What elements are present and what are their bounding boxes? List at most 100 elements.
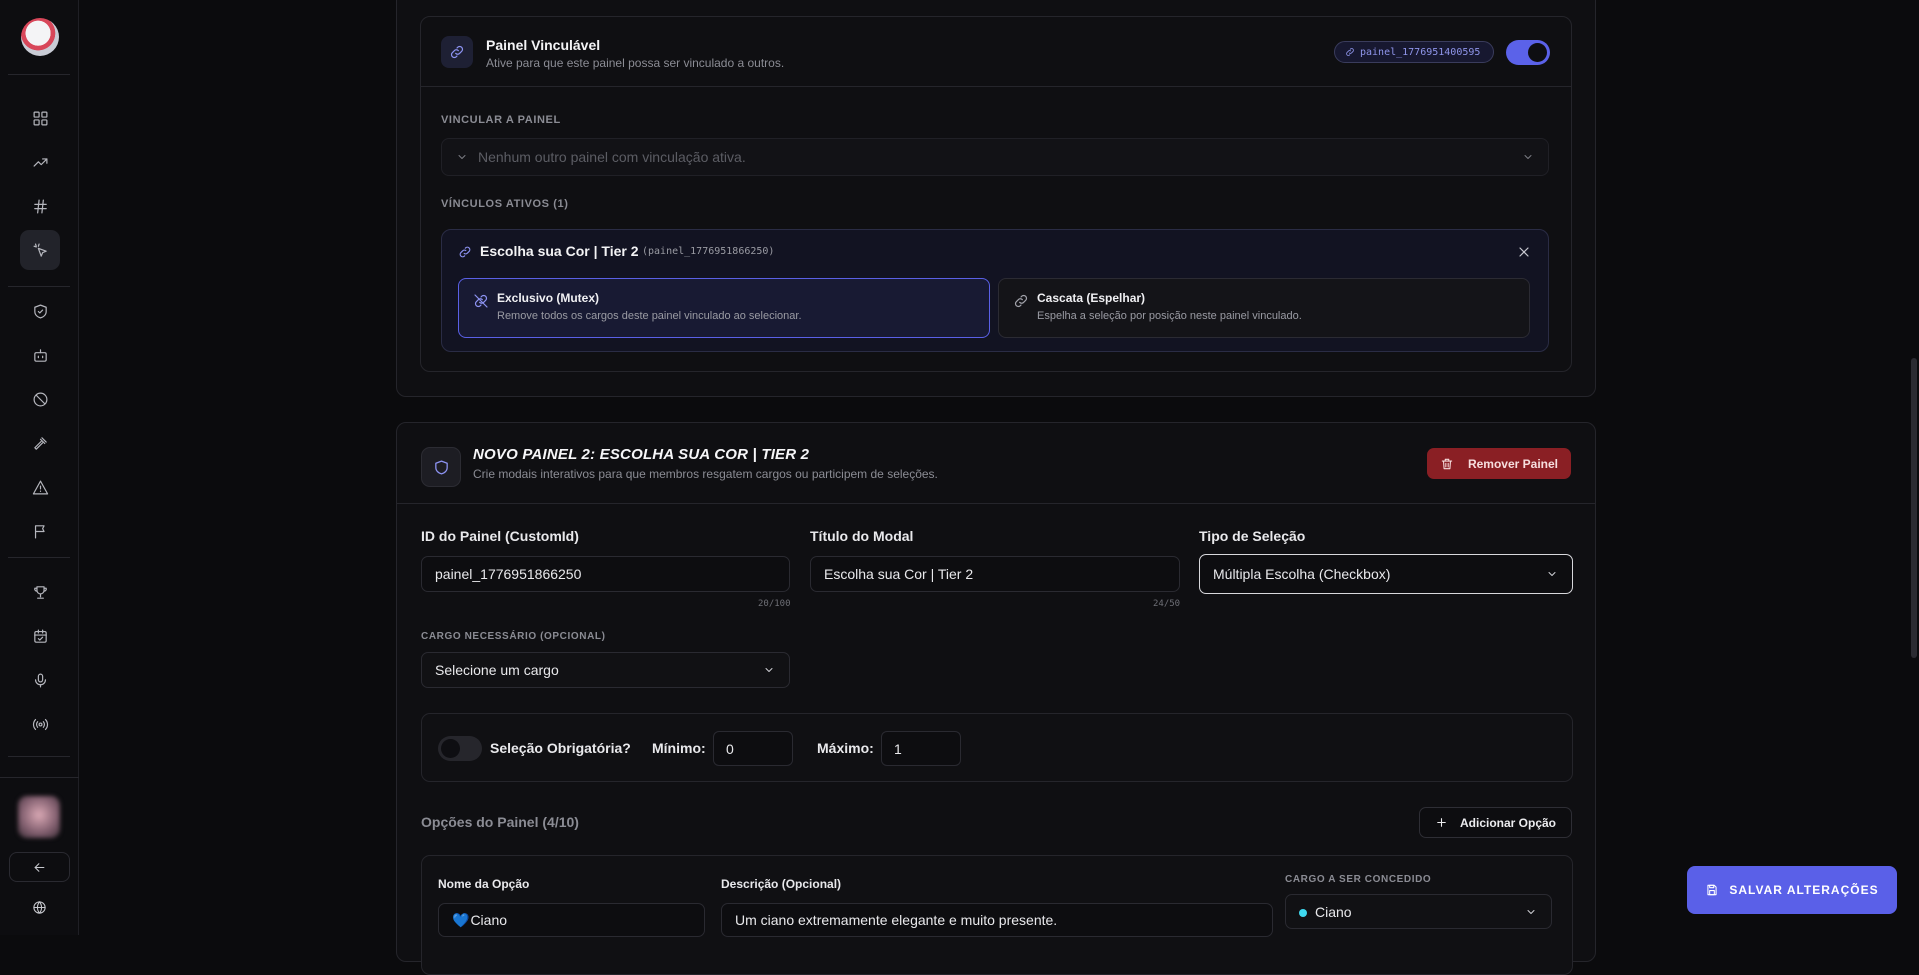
role-to-grant-select[interactable]: Ciano [1285,894,1552,929]
mode-description: Espelha a seleção por posição neste pain… [1037,310,1302,322]
arrow-left-icon [34,862,45,872]
selection-type-label: Tipo de Seleção [1199,528,1306,544]
sidebar-item-verification[interactable] [20,291,60,331]
mode-cascade-button[interactable]: Cascata (Espelhar) Espelha a seleção por… [998,278,1530,338]
trophy-icon [33,585,47,599]
broadcast-icon [32,718,48,730]
linkable-panel-section: Painel Vinculável Ative para que este pa… [420,16,1572,372]
plus-icon [1437,818,1446,827]
trending-icon [33,157,47,167]
link-icon [1346,48,1354,56]
shield-icon [434,459,448,475]
save-changes-label: SALVAR ALTERAÇÕES [1729,883,1879,897]
min-input[interactable]: 0 [713,731,793,766]
required-selection-toggle[interactable] [438,736,482,761]
role-color-dot [1299,908,1307,917]
sidebar-item-interactions[interactable] [20,230,60,270]
hash-icon [33,199,47,213]
chevron-down-icon [765,668,773,672]
gavel-icon [33,436,47,450]
mode-description: Remove todos os cargos deste painel vinc… [497,310,802,322]
chevron-down-icon [1527,909,1535,914]
panel-title: NOVO PAINEL 2: ESCOLHA SUA COR | TIER 2 [473,446,810,463]
sidebar-item-bans[interactable] [20,379,60,419]
sidebar-item-voice[interactable] [20,660,60,700]
link-icon [459,246,471,258]
linkable-header: Painel Vinculável Ative para que este pa… [421,17,1571,87]
add-option-label: Adicionar Opção [1459,815,1557,830]
chevron-down-icon [1524,155,1532,159]
microphone-icon [34,673,46,687]
panel-id-chip[interactable]: painel_1776951400595 [1334,41,1494,63]
active-link-title: Escolha sua Cor | Tier 2 [480,243,639,259]
save-changes-button[interactable]: SALVAR ALTERAÇÕES [1687,866,1897,914]
required-role-select[interactable]: Selecione um cargo [421,652,790,688]
required-role-label: CARGO NECESSÁRIO (OPCIONAL) [421,631,606,642]
sidebar-divider [8,557,70,558]
sidebar-item-events[interactable] [20,616,60,656]
save-icon [1707,884,1717,896]
selection-type-select[interactable]: Múltipla Escolha (Checkbox) [1199,554,1573,594]
sidebar-item-ranking[interactable] [20,572,60,612]
link-icon-box [441,36,473,68]
dashboard-icon [33,111,47,125]
warning-icon [32,480,48,494]
sidebar-item-channels[interactable] [20,186,60,226]
chevron-down-icon [458,155,466,159]
required-role-value: Selecione um cargo [435,662,559,678]
link-to-label: VINCULAR A PAINEL [441,114,561,126]
role-to-grant-value: Ciano [1315,903,1352,920]
option-item: Nome da Opção 💙 Ciano Descrição (Opciona… [421,855,1573,975]
sidebar-item-moderation[interactable] [20,423,60,463]
link-icon [450,45,464,59]
linkable-toggle[interactable] [1506,40,1550,65]
selection-settings-bar: Seleção Obrigatória? Mínimo: 0 Máximo: 1 [421,713,1573,782]
option-name-label: Nome da Opção [438,877,530,891]
sidebar-item-stats[interactable] [20,142,60,182]
min-label: Mínimo: [652,740,706,756]
scrollbar-thumb[interactable] [1911,358,1917,658]
toggle-knob [1528,43,1547,62]
server-avatar[interactable] [21,18,59,56]
active-links-label: VÍNCULOS ATIVOS (1) [441,198,569,210]
sidebar-item-reports[interactable] [20,511,60,551]
remove-panel-label: Remover Painel [1467,456,1559,471]
bot-icon [33,348,47,362]
custom-id-count: 20/100 [758,599,791,609]
sidebar-item-broadcast[interactable] [20,704,60,744]
toggle-knob [441,739,460,758]
sidebar-item-warnings[interactable] [20,467,60,507]
sidebar-divider [8,74,70,75]
blue-heart-icon: 💙 [452,911,470,928]
mode-title: Exclusivo (Mutex) [497,291,600,305]
option-name-input[interactable]: 💙 Ciano [438,903,705,937]
remove-panel-button[interactable]: Remover Painel [1427,448,1571,479]
modal-title-input[interactable]: Escolha sua Cor | Tier 2 [810,556,1180,592]
active-link-item: Escolha sua Cor | Tier 2 (painel_1776951… [441,229,1549,352]
max-input[interactable]: 1 [881,731,961,766]
close-icon[interactable] [1516,244,1532,260]
cursor-click-icon [33,243,47,257]
sidebar-item-dashboard[interactable] [20,98,60,138]
selection-type-value: Múltipla Escolha (Checkbox) [1213,566,1391,582]
role-to-grant-value-wrap: Ciano [1299,904,1352,920]
linkable-title: Painel Vinculável [486,37,601,53]
add-option-button[interactable]: Adicionar Opção [1419,807,1572,838]
panel-subtitle: Crie modais interativos para que membros… [473,467,938,481]
globe-icon [32,900,46,914]
option-desc-label: Descrição (Opcional) [721,877,842,891]
sidebar-item-automod[interactable] [20,335,60,375]
mode-exclusive-button[interactable]: Exclusivo (Mutex) Remove todos os cargos… [458,278,990,338]
language-button[interactable] [29,897,49,917]
panel-header: NOVO PAINEL 2: ESCOLHA SUA COR | TIER 2 … [397,423,1595,504]
unlink-icon [474,294,488,308]
back-button[interactable] [9,852,70,882]
link-to-placeholder: Nenhum outro painel com vinculação ativa… [478,149,746,165]
user-avatar[interactable] [18,796,60,838]
custom-id-label: ID do Painel (CustomId) [421,528,579,544]
calendar-check-icon [33,629,47,643]
custom-id-input[interactable]: painel_1776951866250 [421,556,790,592]
sidebar-divider [0,777,79,778]
option-desc-input[interactable]: Um ciano extremamente elegante e muito p… [721,903,1273,937]
sidebar-divider [8,756,70,757]
